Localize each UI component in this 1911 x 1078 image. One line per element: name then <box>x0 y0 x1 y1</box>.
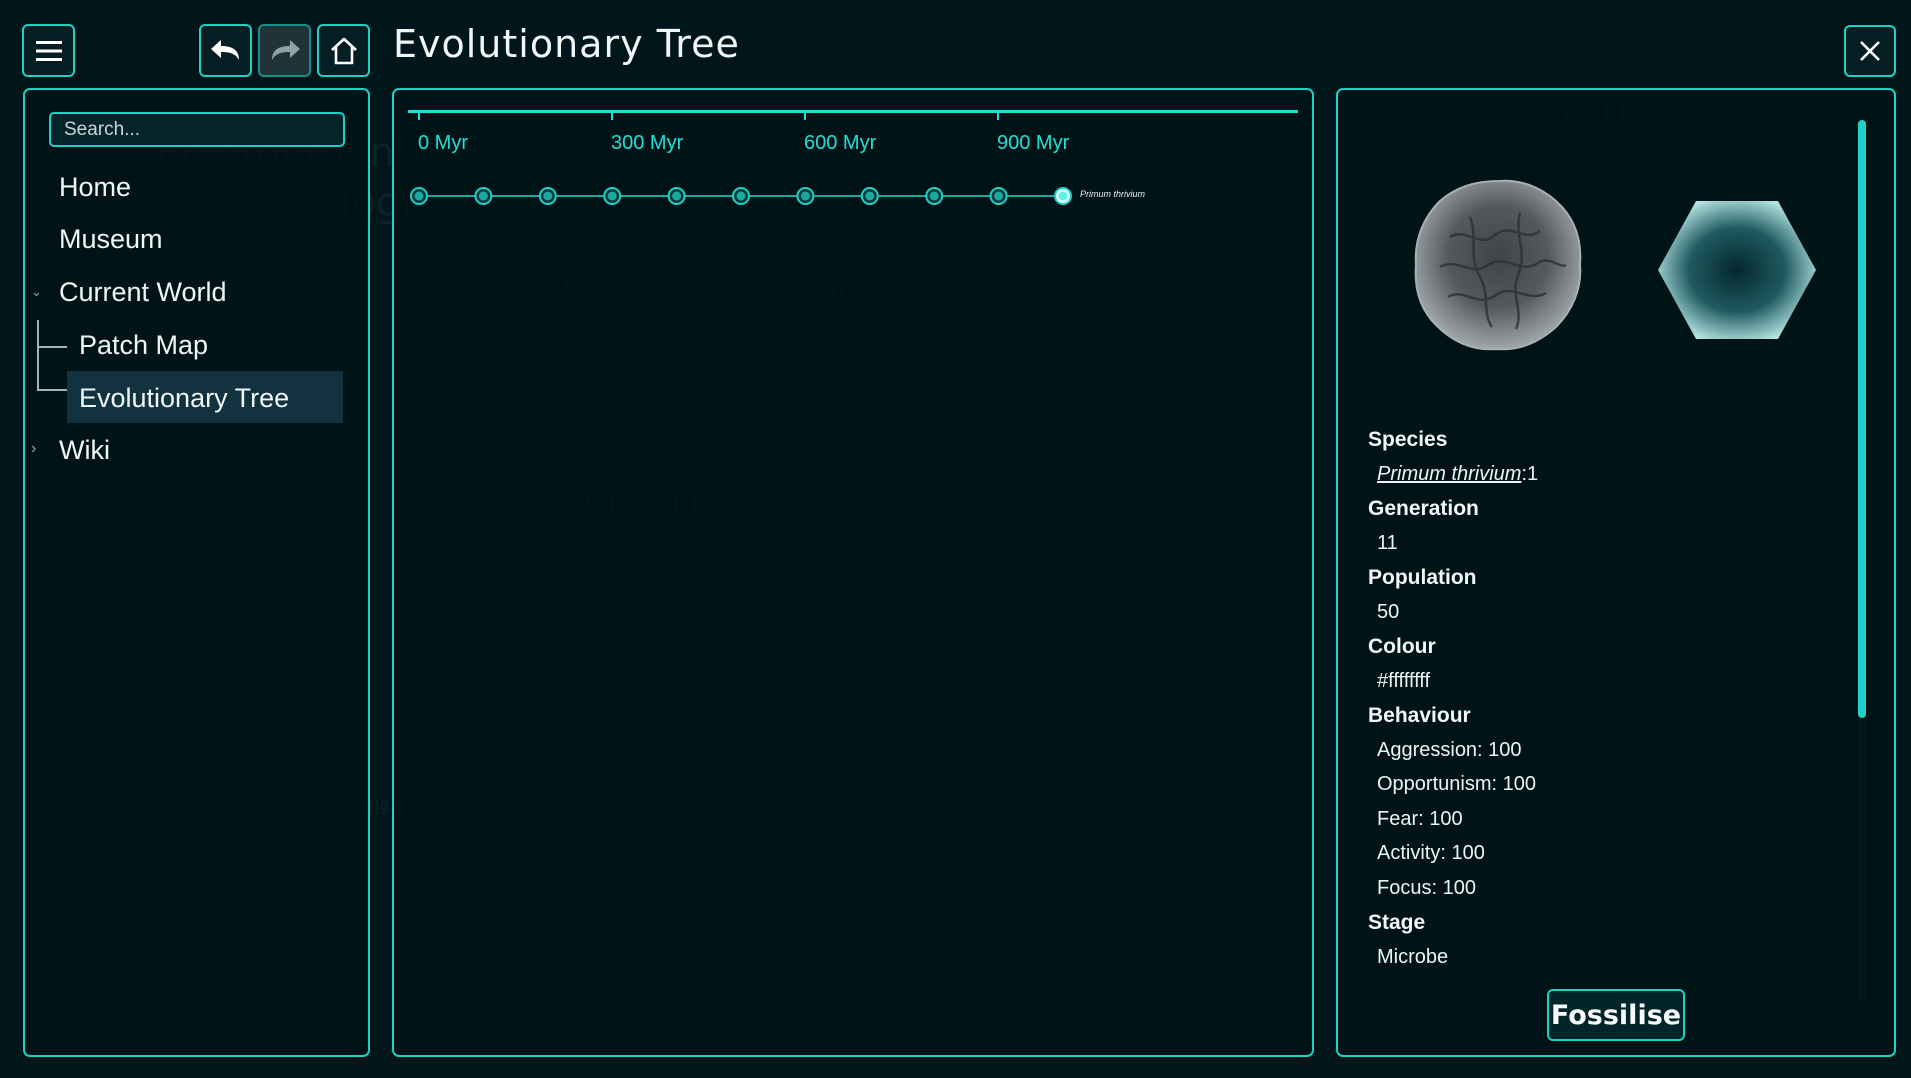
tree-node-core <box>736 191 746 201</box>
tree-node-core <box>865 191 875 201</box>
sidebar-item-evolutionary-tree[interactable]: Evolutionary Tree <box>79 383 289 414</box>
menu-button[interactable] <box>22 24 75 77</box>
close-button[interactable] <box>1844 25 1896 77</box>
tree-line <box>37 389 67 391</box>
back-button[interactable] <box>199 24 252 77</box>
page-title: Evolutionary Tree <box>393 22 740 66</box>
behaviour-opportunism: Opportunism: 100 <box>1377 773 1536 795</box>
generation-value: 11 <box>1377 532 1398 554</box>
redo-arrow-icon <box>271 39 300 60</box>
species-info-panel: Species Primum thrivium:1 Generation 11 … <box>1336 88 1896 1057</box>
species-suffix: :1 <box>1521 463 1539 485</box>
undo-arrow-icon <box>210 39 239 60</box>
tree-node-core <box>414 191 424 201</box>
tree-node-label: Primum thrivium <box>1080 189 1146 199</box>
tree-node-core <box>994 191 1004 201</box>
sidebar-item-wiki[interactable]: Wiki <box>59 435 110 466</box>
colour-value: #ffffffff <box>1377 670 1431 692</box>
tree-node-core <box>929 191 939 201</box>
tree-node-core <box>672 191 682 201</box>
chevron-down-icon[interactable]: ⌄ <box>31 284 42 300</box>
population-value: 50 <box>1377 601 1400 623</box>
stage-label: Stage <box>1368 911 1426 934</box>
sidebar-item-home[interactable]: Home <box>59 172 131 203</box>
search-input[interactable] <box>49 112 345 147</box>
sidebar-item-museum[interactable]: Museum <box>59 224 163 255</box>
tree-line <box>37 346 67 348</box>
tree-line <box>37 320 39 390</box>
tree-node-core <box>607 191 617 201</box>
sidebar-item-current-world[interactable]: Current World <box>59 277 227 308</box>
behaviour-focus: Focus: 100 <box>1377 877 1476 899</box>
forward-button[interactable] <box>258 24 311 77</box>
sidebar-item-patch-map[interactable]: Patch Map <box>79 330 208 361</box>
species-label: Species <box>1368 428 1448 451</box>
tree-node-core <box>1058 191 1068 201</box>
hamburger-menu-icon <box>35 40 62 61</box>
chevron-right-icon[interactable]: › <box>31 440 36 458</box>
tree-node-core <box>543 191 553 201</box>
tree-panel[interactable]: 0 Myr 300 Myr 600 Myr 900 Myr Primum thr… <box>392 88 1314 1057</box>
behaviour-activity: Activity: 100 <box>1377 842 1485 864</box>
behaviour-aggression: Aggression: 100 <box>1377 739 1522 761</box>
microbe-preview-image <box>1414 179 1582 351</box>
fossilise-button[interactable]: Fossilise <box>1547 989 1685 1041</box>
species-value: Primum thrivium:1 <box>1377 463 1538 486</box>
hexagon-icon <box>1658 201 1816 339</box>
tree-node-core <box>478 191 488 201</box>
colour-label: Colour <box>1368 635 1436 658</box>
behaviour-fear: Fear: 100 <box>1377 808 1463 830</box>
behaviour-label: Behaviour <box>1368 704 1471 727</box>
sidebar: Home Museum ⌄ Current World Patch Map Ev… <box>23 88 370 1057</box>
species-link[interactable]: Primum thrivium <box>1377 463 1521 485</box>
tree-node-core <box>800 191 810 201</box>
home-icon <box>330 37 357 64</box>
population-label: Population <box>1368 566 1477 589</box>
generation-label: Generation <box>1368 497 1479 520</box>
stage-value: Microbe <box>1377 946 1449 968</box>
home-button[interactable] <box>317 24 370 77</box>
evolution-tree-graph: Primum thrivium <box>410 187 1146 205</box>
scrollbar-thumb[interactable] <box>1858 120 1866 718</box>
close-icon <box>1860 41 1880 61</box>
